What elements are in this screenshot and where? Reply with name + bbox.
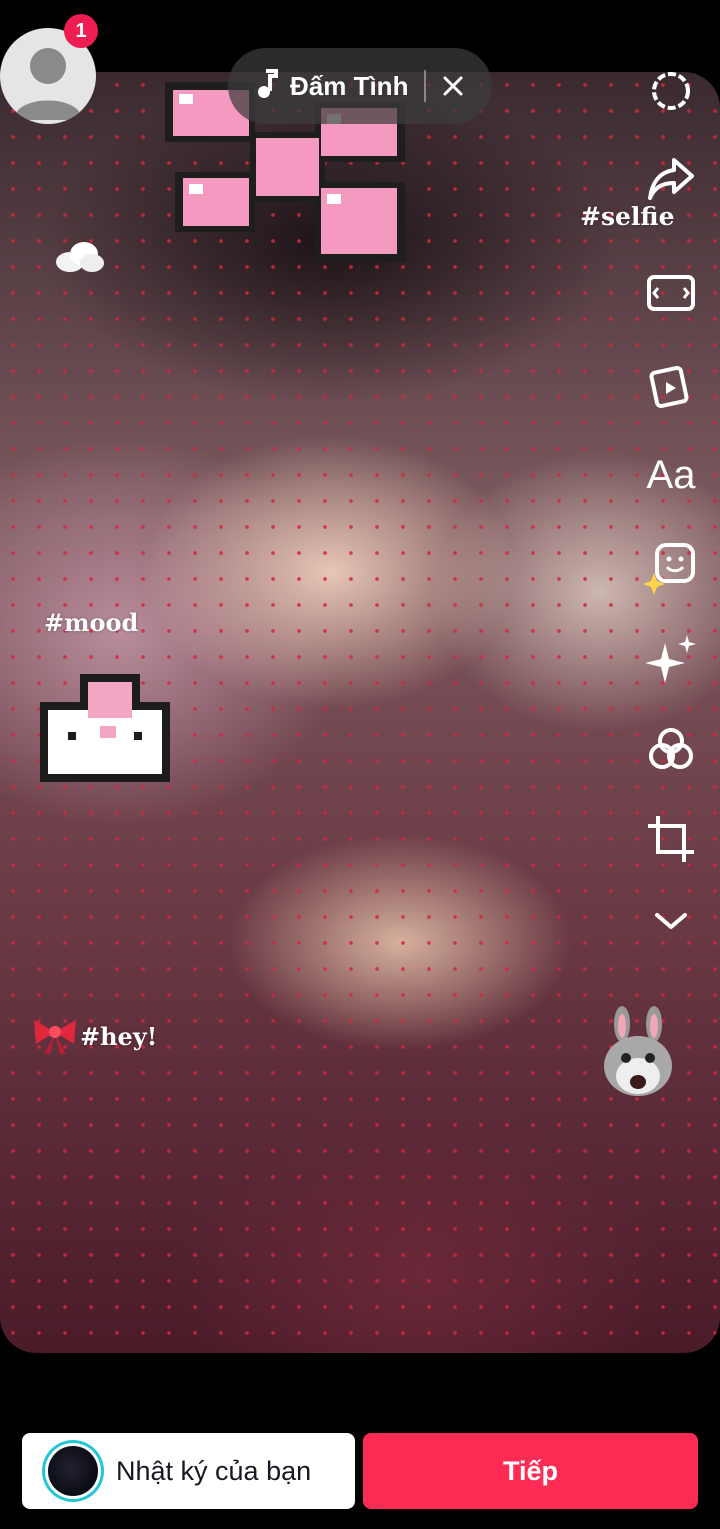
share-arrow-icon [648, 158, 694, 200]
journal-avatar [48, 1446, 98, 1496]
settings-gear-icon [652, 72, 690, 110]
text-icon: Aa [646, 452, 696, 497]
aspect-ratio-button[interactable] [640, 262, 702, 324]
hey-tag-text[interactable]: #hey! [80, 1022, 157, 1051]
filters-button[interactable] [640, 718, 702, 780]
crop-button[interactable] [640, 808, 702, 870]
crop-icon [648, 816, 694, 862]
ribbon-emoji[interactable] [32, 1016, 78, 1056]
stickers-button[interactable] [640, 536, 702, 598]
filters-icon [649, 728, 693, 769]
templates-button[interactable] [640, 354, 702, 416]
effects-button[interactable] [640, 628, 702, 690]
bunny-emoji[interactable] [598, 1006, 678, 1102]
templates-icon [649, 365, 689, 409]
text-button[interactable]: Aa [640, 444, 702, 506]
music-title: Đấm Tình [290, 70, 409, 101]
next-button[interactable]: Tiếp [363, 1433, 698, 1509]
effects-sparkle-icon [645, 635, 696, 683]
mood-tag-text[interactable]: #mood [44, 608, 138, 637]
stickers-icon [643, 543, 695, 595]
more-tools-button[interactable] [640, 890, 702, 952]
music-selector[interactable]: Đấm Tình [228, 48, 492, 124]
chevron-down-icon [655, 913, 687, 929]
close-icon[interactable] [442, 75, 464, 97]
share-button[interactable] [640, 148, 702, 210]
settings-button[interactable] [640, 60, 702, 122]
profile-avatar-button[interactable]: 1 [0, 14, 98, 124]
your-journal-button[interactable]: Nhật ký của bạn [22, 1433, 355, 1509]
divider [424, 70, 427, 102]
music-note-icon [256, 68, 278, 104]
notification-badge: 1 [64, 14, 98, 48]
journal-label: Nhật ký của bạn [116, 1455, 312, 1486]
cloud-emoji[interactable] [54, 240, 106, 274]
photo-canvas[interactable]: #selfie #mood #hey! [0, 72, 720, 1353]
aspect-ratio-icon [647, 275, 695, 311]
pixel-bunny-sticker[interactable] [40, 672, 176, 788]
bottom-action-bar: Nhật ký của bạn Tiếp [0, 1400, 720, 1529]
